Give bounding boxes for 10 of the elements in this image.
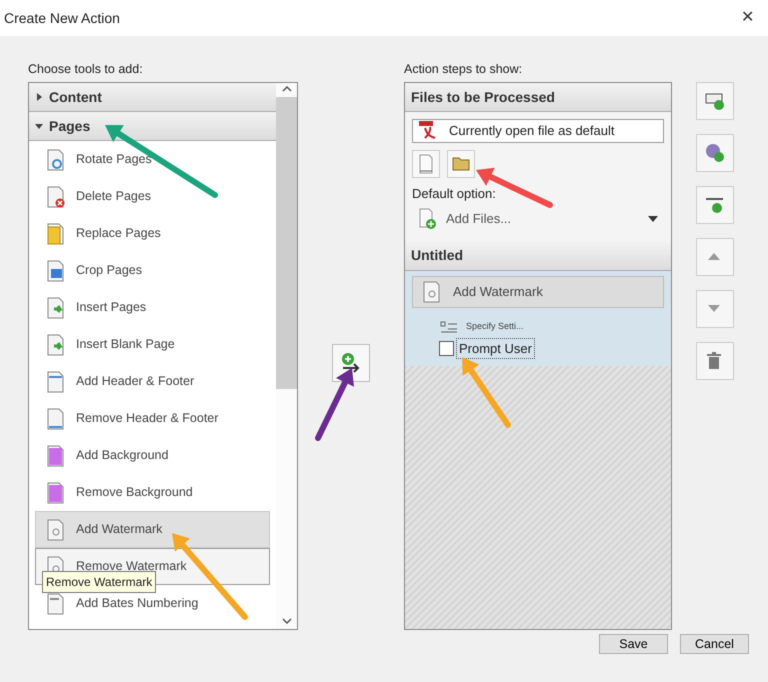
panel-label: Action steps to show: xyxy=(404,61,524,76)
section-header: Files to be Processed xyxy=(405,83,671,112)
window-title: Create New Action xyxy=(4,8,120,28)
group-label: Content xyxy=(49,88,102,106)
panel-label: Choose tools to add: xyxy=(28,61,144,76)
tooltip: Remove Watermark xyxy=(42,571,156,593)
group-label: Pages xyxy=(49,116,90,136)
checkbox-label: Prompt User xyxy=(456,338,535,359)
section-header: Untitled xyxy=(405,242,671,270)
field-label: Default option: xyxy=(412,185,497,203)
